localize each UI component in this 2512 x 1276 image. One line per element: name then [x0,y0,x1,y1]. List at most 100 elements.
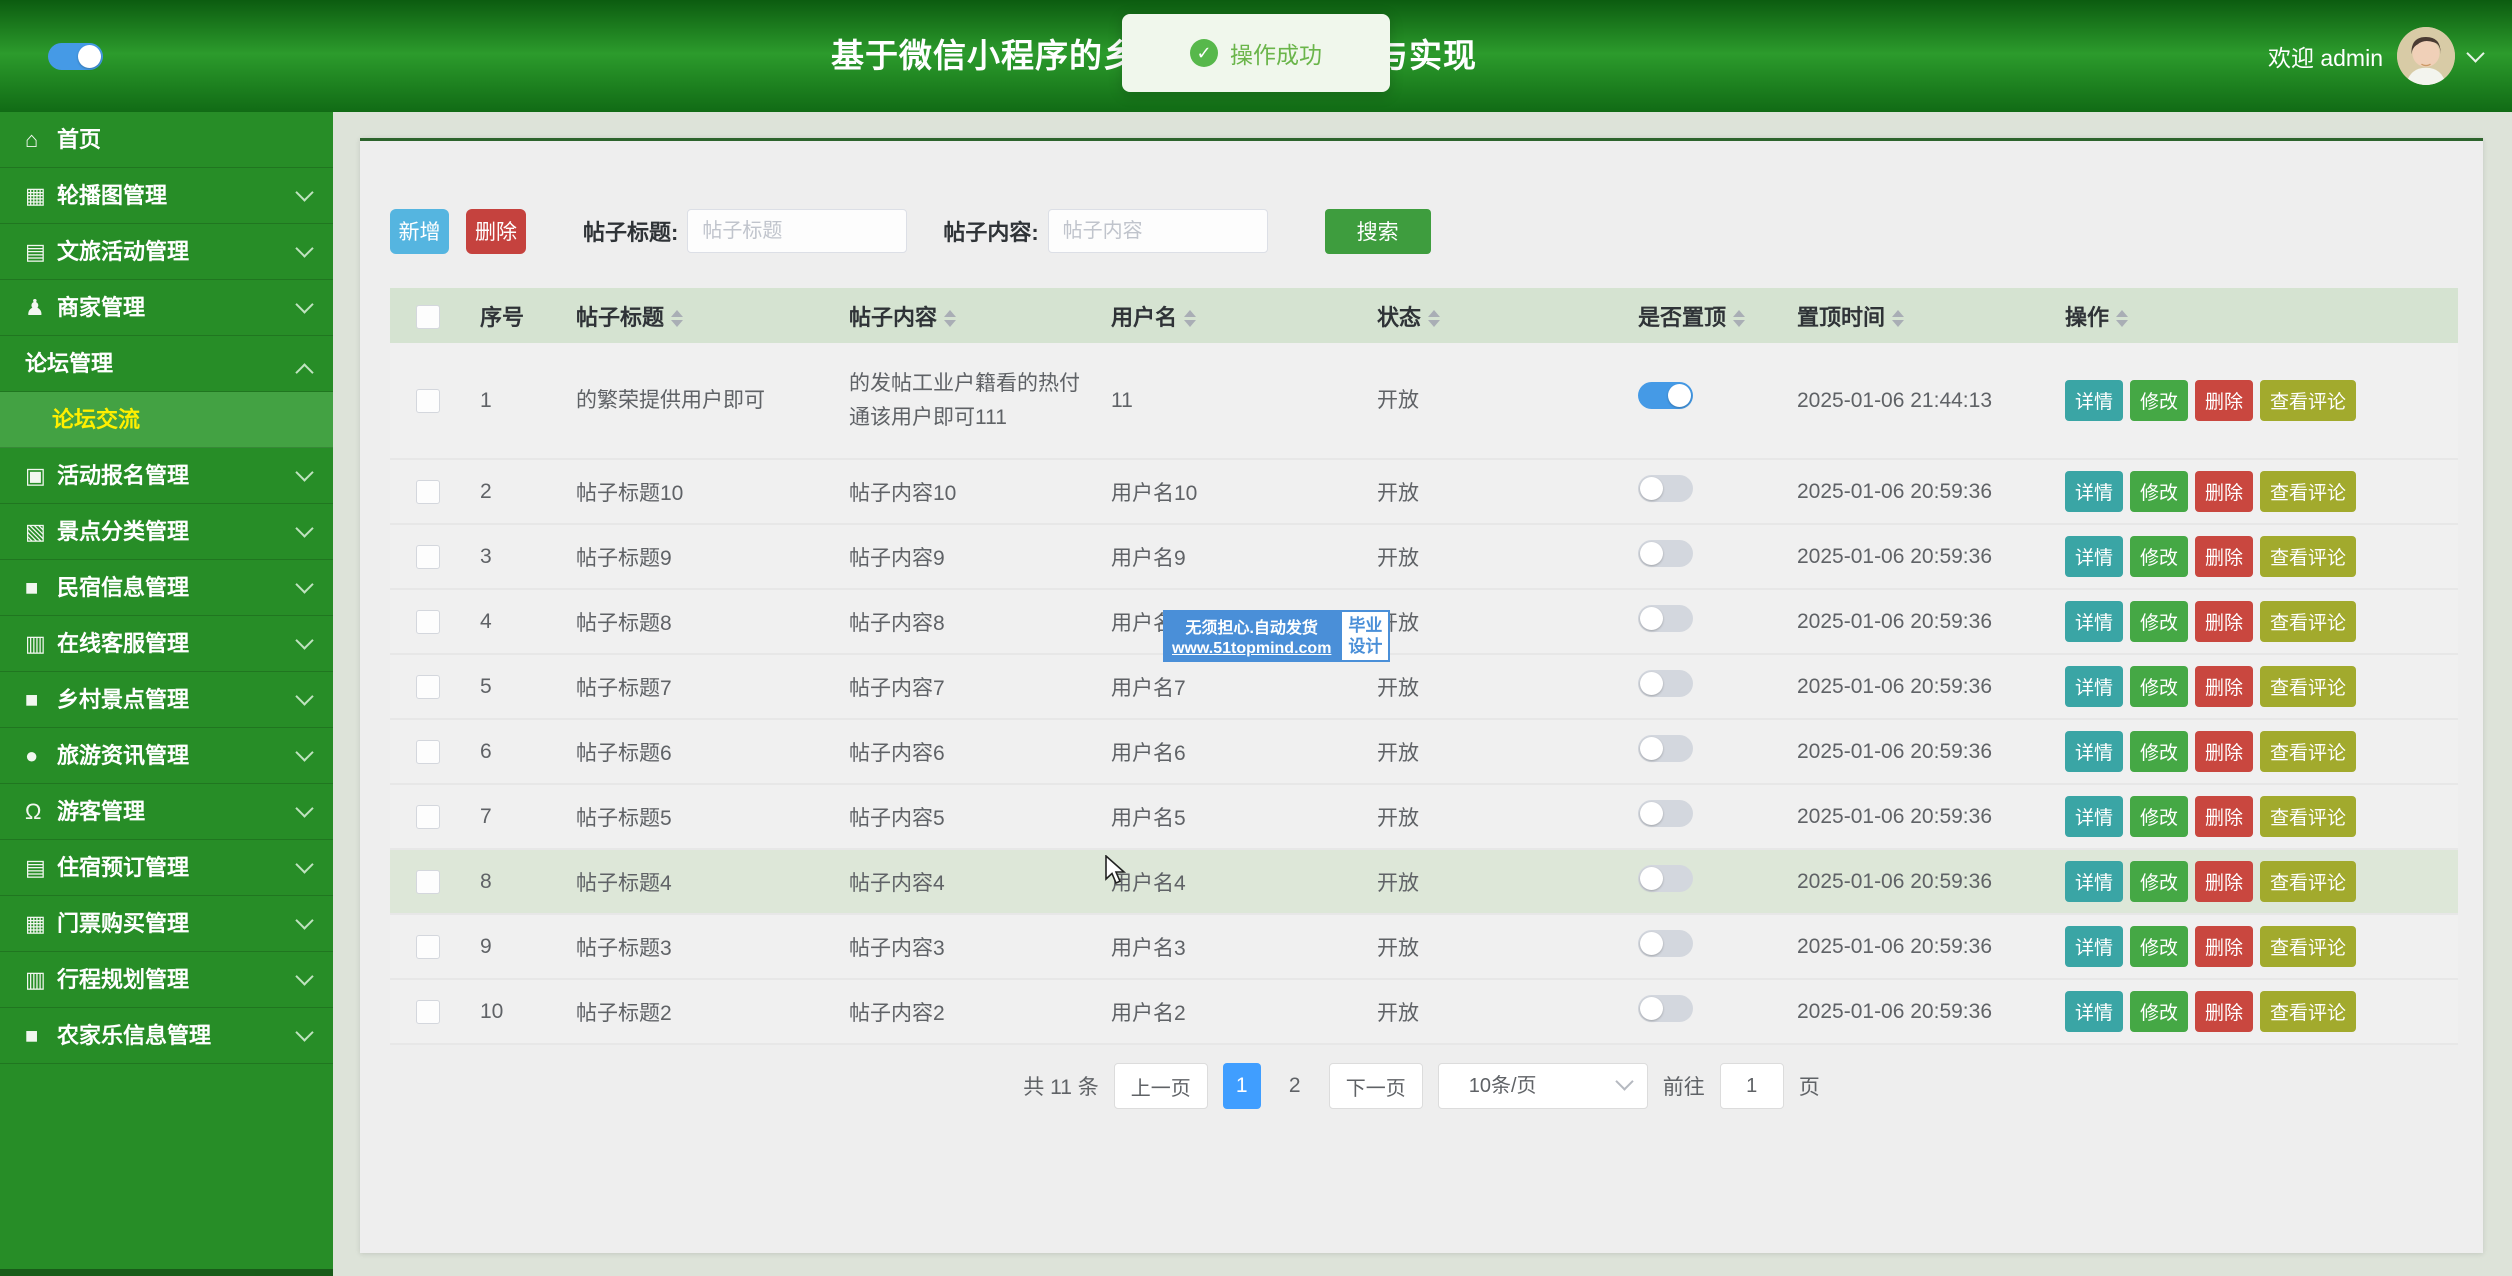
sidebar-item-ticket-purchase[interactable]: ▦门票购买管理 [0,896,333,952]
pinned-toggle[interactable] [1638,930,1693,957]
edit-action-button[interactable]: 修改 [2130,861,2188,902]
view-action-button[interactable]: 详情 [2065,536,2123,577]
sidebar-item-online-service[interactable]: ▥在线客服管理 [0,616,333,672]
comment-action-button[interactable]: 查看评论 [2260,536,2356,577]
goto-page-input[interactable] [1720,1063,1784,1109]
column-header[interactable]: 是否置顶 [1624,288,1783,343]
del-action-button[interactable]: 删除 [2195,731,2253,772]
delete-button[interactable]: 删除 [466,209,526,254]
view-action-button[interactable]: 详情 [2065,666,2123,707]
sidebar-item-home[interactable]: ⌂首页 [0,112,333,168]
del-action-button[interactable]: 删除 [2195,861,2253,902]
row-checkbox[interactable] [416,805,440,829]
sidebar-item-travel-news[interactable]: ●旅游资讯管理 [0,728,333,784]
view-action-button[interactable]: 详情 [2065,380,2123,421]
row-checkbox[interactable] [416,545,440,569]
pinned-toggle[interactable] [1638,735,1693,762]
sidebar-item-village-scenic[interactable]: ■乡村景点管理 [0,672,333,728]
view-action-button[interactable]: 详情 [2065,731,2123,772]
sort-caret-icon[interactable] [1428,310,1440,327]
sort-caret-icon[interactable] [1184,310,1196,327]
del-action-button[interactable]: 删除 [2195,471,2253,512]
row-checkbox[interactable] [416,480,440,504]
row-checkbox[interactable] [416,675,440,699]
sidebar-item-forum[interactable]: 论坛管理 [0,336,333,392]
sort-caret-icon[interactable] [1733,310,1745,327]
pinned-toggle[interactable] [1638,995,1693,1022]
del-action-button[interactable]: 删除 [2195,991,2253,1032]
edit-action-button[interactable]: 修改 [2130,926,2188,967]
chevron-down-icon[interactable] [2466,44,2484,62]
view-action-button[interactable]: 详情 [2065,796,2123,837]
select-all-checkbox[interactable] [416,305,440,329]
sort-caret-icon[interactable] [671,310,683,327]
pinned-toggle[interactable] [1638,865,1693,892]
sort-caret-icon[interactable] [1892,310,1904,327]
avatar[interactable] [2397,27,2455,85]
post-content-input[interactable] [1048,209,1268,253]
sidebar-item-banner[interactable]: ▦轮播图管理 [0,168,333,224]
row-checkbox[interactable] [416,870,440,894]
edit-action-button[interactable]: 修改 [2130,796,2188,837]
add-button[interactable]: 新增 [390,209,449,254]
sidebar-item-itinerary-plan[interactable]: ▥行程规划管理 [0,952,333,1008]
next-page-button[interactable]: 下一页 [1329,1063,1423,1109]
view-action-button[interactable]: 详情 [2065,926,2123,967]
view-action-button[interactable]: 详情 [2065,991,2123,1032]
column-header[interactable]: 用户名 [1097,288,1363,343]
del-action-button[interactable]: 删除 [2195,536,2253,577]
column-header[interactable]: 状态 [1363,288,1624,343]
pinned-toggle[interactable] [1638,475,1693,502]
edit-action-button[interactable]: 修改 [2130,731,2188,772]
del-action-button[interactable]: 删除 [2195,796,2253,837]
pinned-toggle[interactable] [1638,800,1693,827]
del-action-button[interactable]: 删除 [2195,380,2253,421]
comment-action-button[interactable]: 查看评论 [2260,926,2356,967]
row-checkbox[interactable] [416,389,440,413]
edit-action-button[interactable]: 修改 [2130,536,2188,577]
comment-action-button[interactable]: 查看评论 [2260,666,2356,707]
edit-action-button[interactable]: 修改 [2130,471,2188,512]
edit-action-button[interactable]: 修改 [2130,380,2188,421]
sidebar-item-activity-signup[interactable]: ▣活动报名管理 [0,448,333,504]
page-number-2[interactable]: 2 [1276,1063,1314,1109]
column-header[interactable]: 操作 [2051,288,2458,343]
prev-page-button[interactable]: 上一页 [1114,1063,1208,1109]
pinned-toggle[interactable] [1638,540,1693,567]
pinned-toggle[interactable] [1638,605,1693,632]
edit-action-button[interactable]: 修改 [2130,991,2188,1032]
row-checkbox[interactable] [416,1000,440,1024]
sort-caret-icon[interactable] [944,310,956,327]
post-title-input[interactable] [687,209,907,253]
pinned-toggle[interactable] [1638,670,1693,697]
pinned-toggle[interactable] [1638,382,1693,409]
sidebar-item-culture-activity[interactable]: ▤文旅活动管理 [0,224,333,280]
sidebar-item-farmstay-info[interactable]: ■农家乐信息管理 [0,1008,333,1064]
search-button[interactable]: 搜索 [1325,209,1431,254]
row-checkbox[interactable] [416,610,440,634]
sidebar-item-merchant[interactable]: ♟商家管理 [0,280,333,336]
sidebar-item-forum-exchange[interactable]: 论坛交流 [0,392,333,448]
sidebar-item-tourist[interactable]: Ω游客管理 [0,784,333,840]
column-header[interactable]: 帖子内容 [835,288,1097,343]
sort-caret-icon[interactable] [2116,310,2128,327]
del-action-button[interactable]: 删除 [2195,601,2253,642]
sidebar-item-scenic-category[interactable]: ▧景点分类管理 [0,504,333,560]
comment-action-button[interactable]: 查看评论 [2260,471,2356,512]
comment-action-button[interactable]: 查看评论 [2260,796,2356,837]
sidebar-item-lodging-booking[interactable]: ▤住宿预订管理 [0,840,333,896]
comment-action-button[interactable]: 查看评论 [2260,861,2356,902]
sidebar-item-homestay-info[interactable]: ■民宿信息管理 [0,560,333,616]
comment-action-button[interactable]: 查看评论 [2260,991,2356,1032]
del-action-button[interactable]: 删除 [2195,926,2253,967]
del-action-button[interactable]: 删除 [2195,666,2253,707]
view-action-button[interactable]: 详情 [2065,601,2123,642]
comment-action-button[interactable]: 查看评论 [2260,380,2356,421]
page-number-1[interactable]: 1 [1223,1063,1261,1109]
page-size-select[interactable]: 10条/页 [1438,1063,1648,1109]
column-header[interactable]: 帖子标题 [562,288,835,343]
row-checkbox[interactable] [416,935,440,959]
view-action-button[interactable]: 详情 [2065,471,2123,512]
edit-action-button[interactable]: 修改 [2130,601,2188,642]
edit-action-button[interactable]: 修改 [2130,666,2188,707]
